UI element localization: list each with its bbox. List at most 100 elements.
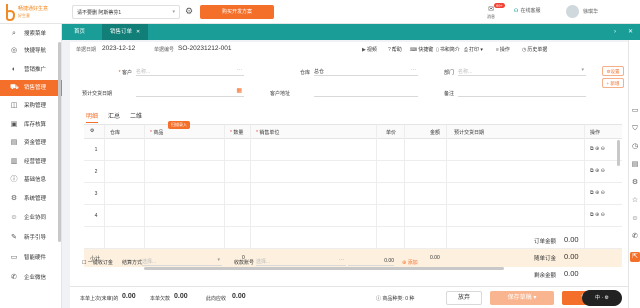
export-icon[interactable]: ⇱ — [630, 252, 640, 262]
table-row[interactable]: 2 ⧉ ⊕ ⊖ — [84, 161, 622, 183]
gear-icon[interactable]: ⚙ — [184, 6, 194, 16]
sidebar-item-label: 营销推广 — [24, 67, 47, 73]
tab-sales-order[interactable]: 销售订单 ✕ — [102, 24, 149, 40]
subtab-detail[interactable]: 明细 — [86, 111, 98, 120]
help-label: 帮助 — [391, 47, 402, 53]
plan-button[interactable]: 购买开发方案 — [200, 5, 274, 19]
help-button[interactable]: ?帮助 — [388, 46, 402, 53]
history-icon[interactable]: ◷ — [630, 142, 640, 152]
insert-icon[interactable]: ⊕ — [595, 212, 599, 218]
copy-icon[interactable]: ⧉ — [590, 190, 594, 196]
sidebar-item-basic[interactable]: ⓘ 基础信息 — [0, 172, 62, 188]
tab-home[interactable]: 首页 — [66, 24, 93, 40]
star-icon[interactable]: ☆ — [630, 196, 640, 206]
scan-badge[interactable]: 扫描录入 — [168, 121, 190, 129]
giveup-button[interactable]: 放弃 — [446, 291, 482, 305]
sidebar-scrollbar[interactable] — [58, 42, 61, 242]
more-icon[interactable]: ··· — [237, 67, 242, 73]
insert-icon[interactable]: ⊕ — [595, 168, 599, 174]
top-bar: 畅捷通好生意 好生意 请不要删 阿斯蒂芬1 ▾ ⚙ 购买开发方案 ✉ 消息 99… — [0, 0, 640, 24]
delete-icon[interactable]: ⊖ — [601, 212, 605, 218]
table-row[interactable]: 3 ⧉ ⊕ ⊖ — [84, 183, 622, 205]
settle-placeholder: 选择... — [142, 259, 157, 265]
sidebar-item-hardware[interactable]: ▭ 智能硬件 — [0, 250, 62, 266]
address-input[interactable] — [314, 87, 418, 97]
company-select[interactable]: 请不要删 阿斯蒂芬1 ▾ — [72, 5, 180, 19]
user-icon[interactable]: ☺ — [630, 214, 640, 224]
video-button[interactable]: ▶视频 — [362, 46, 377, 53]
avatar[interactable] — [566, 5, 579, 18]
print-button[interactable]: ⎙打印 ▾ — [464, 46, 483, 53]
sidebar-item-collab[interactable]: ☺ 企业协同 — [0, 210, 62, 226]
ime-popup[interactable]: 中 · ⚙ — [582, 290, 622, 306]
delete-icon[interactable]: ⊖ — [601, 168, 605, 174]
sidebar-item-label: 资金管理 — [24, 140, 47, 146]
delete-icon[interactable]: ⊖ — [601, 146, 605, 152]
chevron-right-icon[interactable]: › — [614, 24, 616, 40]
sidebar-item-wechat[interactable]: ✆ 企业微信 — [0, 270, 62, 286]
add-button[interactable]: + 新增 — [602, 78, 624, 88]
close-icon[interactable]: ✕ — [136, 29, 140, 35]
main-vscrollbar[interactable] — [617, 140, 620, 166]
dept-select[interactable]: 名称... ▾ — [458, 66, 586, 76]
sidebar-item-funds[interactable]: ▤ 资金管理 — [0, 135, 62, 151]
sidebar-item-system[interactable]: ⚙ 系统管理 — [0, 191, 62, 207]
copy-icon[interactable]: ⧉ — [590, 146, 594, 152]
subtab-matrix[interactable]: 二维 — [130, 111, 142, 120]
subtab-summary[interactable]: 汇总 — [108, 111, 120, 120]
save-draft-button[interactable]: 保存草稿 ▾ — [490, 291, 554, 305]
deposit-checkbox[interactable]: ☐ 一键收订金 — [82, 259, 113, 266]
brand-logo[interactable]: 畅捷通好生意 好生意 — [4, 3, 62, 21]
collect-value: 0.00 — [232, 293, 246, 300]
settle-label: 结算方式 — [122, 260, 143, 266]
service-button[interactable]: ☊ 在线客服 — [514, 7, 540, 14]
sidebar-item-guide[interactable]: ✎ 新手引导 — [0, 230, 62, 246]
history-button[interactable]: ◷历史单据 — [522, 46, 547, 53]
more-icon[interactable]: ··· — [339, 257, 344, 263]
sidebar-item-quicknav[interactable]: ◎ 快捷导航 — [0, 43, 62, 59]
amount-input[interactable]: 0.00 — [348, 256, 394, 266]
insert-icon[interactable]: ⊕ — [595, 190, 599, 196]
code-value[interactable]: SO-20231212-001 — [178, 45, 232, 52]
customer-input[interactable]: 名称... ··· — [136, 66, 244, 76]
sidebar-item-search[interactable]: ⌕ 搜索菜单 — [0, 26, 62, 42]
sidebar-item-label: 库存核算 — [24, 122, 47, 128]
phone-icon[interactable]: ✆ — [630, 232, 640, 242]
sidebar-item-sales[interactable]: ⛟ 销售管理 — [0, 80, 62, 96]
sidebar-item-purchase[interactable]: ◫ 采购管理 — [0, 98, 62, 114]
delivery-date-input[interactable]: ▦ — [136, 87, 244, 97]
delete-icon[interactable]: ⊖ — [601, 190, 605, 196]
col-product: * 商品 — [150, 130, 164, 136]
table-row[interactable]: 1 ⧉ ⊕ ⊖ — [84, 139, 622, 161]
intro-label: 书和简介 — [439, 47, 460, 53]
intro-button[interactable]: ▯书和简介 — [436, 46, 460, 53]
doc-icon[interactable]: ▤ — [630, 160, 640, 170]
account-placeholder: 选择... — [256, 259, 271, 265]
sidebar-item-inventory[interactable]: ▣ 库存核算 — [0, 117, 62, 133]
remark-input[interactable] — [458, 87, 586, 97]
shield-icon[interactable]: ⛉ — [630, 124, 640, 134]
copy-icon[interactable]: ⧉ — [590, 168, 594, 174]
settings-icon[interactable]: ⚙ — [630, 178, 640, 188]
user-name[interactable]: 徐琪华 — [583, 8, 598, 15]
close-icon[interactable]: ✕ — [628, 24, 633, 40]
settle-select[interactable]: 选择... ▾ — [142, 256, 222, 266]
copy-icon[interactable]: ⧉ — [590, 212, 594, 218]
shortcut-button[interactable]: ⌨快捷键 — [410, 46, 433, 53]
sidebar-item-business[interactable]: ▥ 经营管理 — [0, 154, 62, 170]
table-row[interactable]: 4 ⧉ ⊕ ⊖ — [84, 205, 622, 227]
date-value[interactable]: 2023-12-12 — [102, 45, 135, 52]
setting-button[interactable]: ⚙设置 — [602, 66, 624, 76]
chevron-down-icon: ▾ — [217, 257, 220, 263]
card-icon[interactable]: ▭ — [630, 106, 640, 116]
messages-button[interactable]: ✉ 消息 99+ — [480, 3, 505, 20]
calendar-icon[interactable]: ▦ — [236, 87, 242, 94]
account-select[interactable]: 选择... ··· — [256, 256, 346, 266]
warehouse-input[interactable]: 总仓 ··· — [314, 66, 418, 76]
sidebar-item-marketing[interactable]: ◐ 营销推广 — [0, 62, 62, 78]
add-link[interactable]: ⊕ 添加 — [402, 259, 418, 266]
gear-icon[interactable]: ⚙ — [90, 128, 94, 134]
operate-button[interactable]: ≡操作 — [496, 46, 510, 53]
grid-hscrollbar[interactable] — [144, 267, 504, 270]
insert-icon[interactable]: ⊕ — [595, 146, 599, 152]
